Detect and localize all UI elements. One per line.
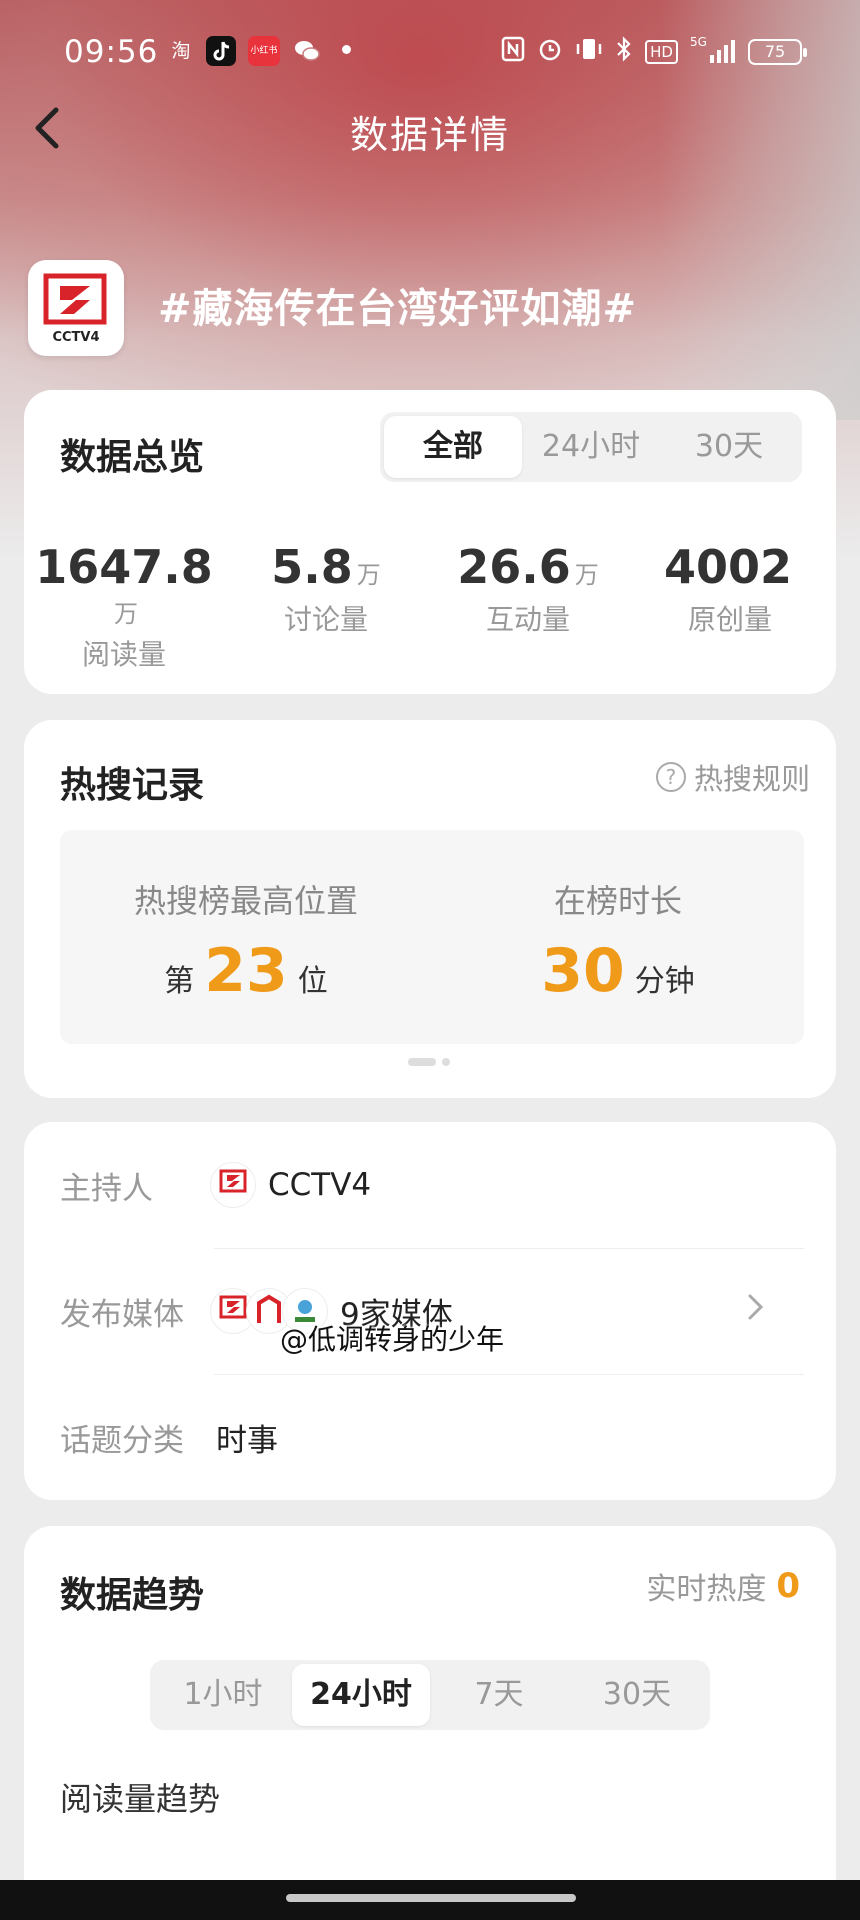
alarm-icon <box>537 36 563 68</box>
stat-discuss-label: 讨论量 <box>283 603 368 636</box>
status-bar: 09:56 淘 小红书 HD 5G 75 <box>0 0 860 104</box>
carousel-indicator <box>408 1058 450 1066</box>
media-label: 发布媒体 <box>60 1296 184 1333</box>
wechat-icon <box>292 36 322 66</box>
category-row: 话题分类 时事 <box>60 1374 800 1500</box>
tab-24h[interactable]: 24小时 <box>292 1664 430 1726</box>
topic-logo: CCTV4 <box>28 260 124 356</box>
tiktok-icon <box>206 36 236 66</box>
stat-interact-unit: 万 <box>574 561 599 589</box>
topic-info-card: 主持人 CCTV4 发布媒体 9家媒体 话题分类 时事 <box>24 1122 836 1500</box>
stat-original-value: 4002 <box>663 540 793 594</box>
stat-read-value: 1647.8 <box>35 540 213 594</box>
stat-read: 1647.8 万 阅读量 <box>34 540 214 673</box>
host-row[interactable]: 主持人 CCTV4 <box>60 1122 800 1248</box>
stat-discuss-unit: 万 <box>356 561 381 589</box>
trend-card: 数据趋势 实时热度 0 1小时 24小时 7天 30天 阅读量趋势 <box>24 1526 836 1920</box>
hot-search-rules-label: 热搜规则 <box>693 762 810 796</box>
tab-7d[interactable]: 7天 <box>430 1664 568 1726</box>
topic-logo-text: CCTV4 <box>52 330 100 345</box>
realtime-label: 实时热度 <box>646 1572 767 1607</box>
stat-original: 4002 原创量 <box>640 540 820 638</box>
hot-highest-suffix: 位 <box>297 964 328 999</box>
hd-icon: HD <box>645 40 678 64</box>
signal-5g-icon: 5G <box>690 35 736 65</box>
stat-interact-label: 互动量 <box>485 603 570 636</box>
hot-search-card: 热搜记录 ? 热搜规则 热搜榜最高位置 第 23 位 在榜时长 30 分钟 <box>24 720 836 1098</box>
category-value: 时事 <box>216 1422 278 1459</box>
hot-highest-label: 热搜榜最高位置 <box>133 882 358 920</box>
tab-30d[interactable]: 30天 <box>568 1664 706 1726</box>
overview-card: 数据总览 全部 24小时 30天 1647.8万 阅读量 5.8 万 讨论量 26… <box>24 390 836 694</box>
topic-title: #藏海传在台湾好评如潮# <box>158 286 638 332</box>
home-indicator[interactable] <box>286 1894 576 1902</box>
host-label: 主持人 <box>60 1170 153 1207</box>
indicator-inactive <box>442 1058 450 1066</box>
indicator-active <box>408 1058 436 1066</box>
trend-title: 数据趋势 <box>60 1575 205 1616</box>
hot-duration: 在榜时长 30 分钟 <box>432 876 804 1006</box>
tab-all[interactable]: 全部 <box>384 416 522 478</box>
status-right-icons: HD 5G 75 <box>501 35 807 68</box>
notification-dot-icon <box>342 45 351 54</box>
stat-interact: 26.6 万 互动量 <box>438 540 618 638</box>
hot-highest-prefix: 第 <box>164 964 195 999</box>
tab-30d[interactable]: 30天 <box>660 416 798 478</box>
stat-original-label: 原创量 <box>687 603 772 636</box>
nfc-icon <box>501 36 525 68</box>
page-title: 数据详情 <box>349 113 510 157</box>
stat-read-label: 阅读量 <box>81 638 166 671</box>
realtime-heat: 实时热度 0 <box>646 1564 800 1608</box>
hot-search-title: 热搜记录 <box>60 765 205 806</box>
realtime-value: 0 <box>776 1566 800 1606</box>
chevron-right-icon <box>746 1290 766 1333</box>
bluetooth-icon <box>615 36 633 68</box>
taobao-icon: 淘 <box>171 40 191 62</box>
trend-tabs: 1小时 24小时 7天 30天 <box>150 1660 710 1730</box>
stat-discuss: 5.8 万 讨论量 <box>236 540 416 638</box>
host-name: CCTV4 <box>268 1167 372 1203</box>
hot-highest: 热搜榜最高位置 第 23 位 <box>60 876 432 1006</box>
overview-title: 数据总览 <box>60 437 205 478</box>
question-icon: ? <box>655 762 686 792</box>
stat-interact-value: 26.6 <box>457 540 571 594</box>
tab-24h[interactable]: 24小时 <box>522 416 660 478</box>
read-trend-subtitle: 阅读量趋势 <box>60 1780 221 1818</box>
overview-tabs: 全部 24小时 30天 <box>380 412 802 482</box>
hot-duration-value: 30 <box>541 936 625 1006</box>
vibrate-icon <box>575 36 603 68</box>
xiaohongshu-icon: 小红书 <box>248 36 280 66</box>
tab-1h[interactable]: 1小时 <box>154 1664 292 1726</box>
battery-icon: 75 <box>748 39 807 65</box>
stat-discuss-value: 5.8 <box>271 540 353 594</box>
host-avatar <box>210 1162 256 1208</box>
status-time: 09:56 <box>64 34 159 70</box>
hot-highest-value: 23 <box>204 936 288 1006</box>
hot-duration-suffix: 分钟 <box>634 964 695 999</box>
hot-search-summary: 热搜榜最高位置 第 23 位 在榜时长 30 分钟 <box>60 830 804 1044</box>
watermark: @低调转身的少年 <box>280 1323 505 1356</box>
hot-search-rules-link[interactable]: ? 热搜规则 <box>655 756 810 798</box>
stat-read-unit: 万 <box>114 600 138 628</box>
hot-duration-label: 在榜时长 <box>553 882 682 920</box>
category-label: 话题分类 <box>60 1422 184 1459</box>
